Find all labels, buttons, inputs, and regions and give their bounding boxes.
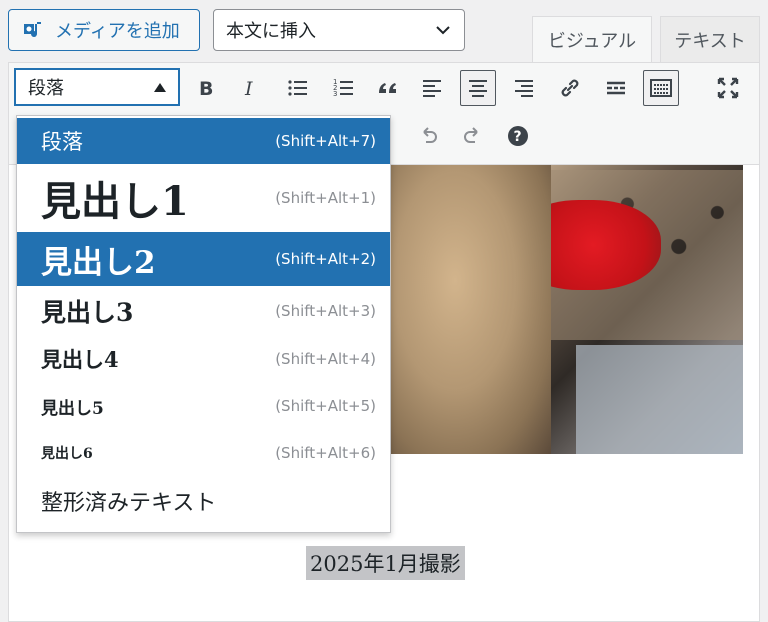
dropdown-item-heading-5[interactable]: 見出し5 (Shift+Alt+5) bbox=[17, 382, 390, 430]
align-left-icon bbox=[423, 80, 441, 97]
help-button[interactable]: ? bbox=[500, 118, 536, 154]
align-left-button[interactable] bbox=[414, 70, 450, 106]
redo-button[interactable] bbox=[455, 118, 491, 154]
photo-caption[interactable]: 2025年1月撮影 bbox=[306, 546, 465, 580]
format-dropdown-menu: 段落 (Shift+Alt+7) 見出し1 (Shift+Alt+1) 見出し2… bbox=[16, 115, 391, 533]
dropdown-item-shortcut: (Shift+Alt+6) bbox=[275, 444, 376, 462]
dropdown-item-heading-6[interactable]: 見出し6 (Shift+Alt+6) bbox=[17, 430, 390, 476]
dropdown-item-label: 見出し1 bbox=[41, 178, 189, 225]
triangle-up-icon bbox=[154, 83, 166, 92]
read-more-icon bbox=[607, 81, 625, 95]
bold-icon: B bbox=[199, 78, 213, 100]
dropdown-item-heading-2[interactable]: 見出し2 (Shift+Alt+2) bbox=[17, 232, 390, 286]
dropdown-item-preformatted[interactable]: 整形済みテキスト bbox=[17, 476, 390, 526]
photo-dog-fur bbox=[391, 165, 551, 454]
dropdown-item-label: 段落 bbox=[41, 130, 83, 154]
dropdown-item-label: 整形済みテキスト bbox=[41, 491, 217, 516]
format-select-value: 段落 bbox=[28, 78, 64, 99]
italic-icon: I bbox=[244, 78, 253, 100]
dropdown-item-heading-1[interactable]: 見出し1 (Shift+Alt+1) bbox=[17, 164, 390, 232]
dropdown-item-label: 見出し4 bbox=[41, 347, 119, 372]
dropdown-item-label: 見出し5 bbox=[41, 398, 104, 419]
link-button[interactable] bbox=[552, 70, 588, 106]
dropdown-item-heading-4[interactable]: 見出し4 (Shift+Alt+4) bbox=[17, 336, 390, 382]
media-icon bbox=[24, 22, 41, 38]
help-icon: ? bbox=[508, 126, 528, 146]
blockquote-button[interactable] bbox=[370, 70, 406, 106]
dropdown-item-shortcut: (Shift+Alt+4) bbox=[275, 350, 376, 368]
chevron-down-icon bbox=[436, 26, 450, 35]
insert-select-value: 本文に挿入 bbox=[226, 21, 316, 42]
dropdown-item-paragraph[interactable]: 段落 (Shift+Alt+7) bbox=[17, 118, 390, 164]
content-photo[interactable] bbox=[391, 165, 743, 454]
photo-glass-table bbox=[576, 345, 743, 454]
align-right-icon bbox=[515, 80, 533, 97]
add-media-label: メディアを追加 bbox=[55, 21, 180, 42]
dropdown-item-label: 見出し3 bbox=[41, 298, 134, 327]
read-more-button[interactable] bbox=[598, 70, 634, 106]
numbered-list-button[interactable]: 1 2 3 bbox=[326, 70, 362, 106]
add-media-button[interactable]: メディアを追加 bbox=[8, 9, 200, 51]
dropdown-item-label: 見出し6 bbox=[41, 446, 93, 462]
fullscreen-button[interactable] bbox=[710, 70, 746, 106]
link-icon bbox=[561, 79, 579, 97]
fullscreen-icon bbox=[717, 77, 739, 99]
keyboard-icon bbox=[650, 79, 672, 97]
dropdown-item-shortcut: (Shift+Alt+1) bbox=[275, 189, 376, 207]
undo-icon bbox=[423, 127, 437, 143]
dropdown-item-shortcut: (Shift+Alt+5) bbox=[275, 397, 376, 415]
tab-text[interactable]: テキスト bbox=[660, 16, 760, 62]
redo-icon bbox=[464, 127, 478, 143]
format-select[interactable]: 段落 bbox=[14, 68, 180, 106]
numbered-list-icon: 1 2 3 bbox=[333, 78, 353, 98]
tab-visual[interactable]: ビジュアル bbox=[532, 16, 652, 62]
align-center-icon bbox=[469, 80, 487, 97]
toolbar-toggle-button[interactable] bbox=[643, 70, 679, 106]
bold-button[interactable]: B bbox=[188, 70, 224, 106]
bulleted-list-icon bbox=[288, 80, 307, 96]
bulleted-list-button[interactable] bbox=[280, 70, 316, 106]
align-center-button[interactable] bbox=[460, 70, 496, 106]
dropdown-item-label: 見出し2 bbox=[41, 244, 156, 281]
partial-text-line bbox=[340, 598, 400, 611]
dropdown-item-shortcut: (Shift+Alt+7) bbox=[275, 132, 376, 150]
svg-text:?: ? bbox=[514, 129, 522, 145]
svg-text:B: B bbox=[199, 78, 213, 100]
svg-text:3: 3 bbox=[333, 90, 337, 98]
dropdown-item-shortcut: (Shift+Alt+2) bbox=[275, 250, 376, 268]
align-right-button[interactable] bbox=[506, 70, 542, 106]
svg-text:I: I bbox=[244, 78, 253, 100]
dropdown-item-shortcut: (Shift+Alt+3) bbox=[275, 302, 376, 320]
undo-button[interactable] bbox=[410, 118, 446, 154]
dropdown-item-heading-3[interactable]: 見出し3 (Shift+Alt+3) bbox=[17, 286, 390, 336]
blockquote-icon bbox=[379, 83, 396, 93]
insert-position-select[interactable]: 本文に挿入 bbox=[213, 9, 465, 51]
italic-button[interactable]: I bbox=[232, 70, 268, 106]
